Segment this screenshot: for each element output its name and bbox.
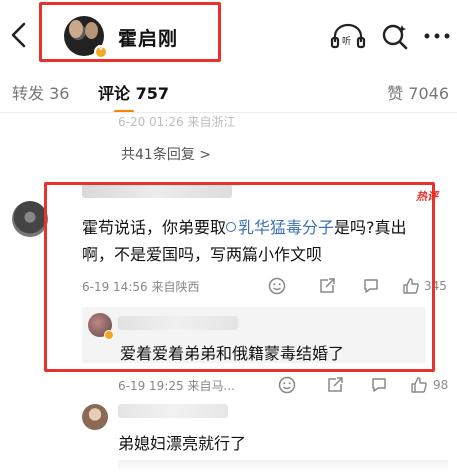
view-replies-link[interactable]: 共41条回复 > <box>121 144 211 164</box>
back-arrow-icon[interactable] <box>8 20 30 50</box>
blurred-username <box>82 184 232 198</box>
emoji-icon[interactable] <box>268 277 286 295</box>
blurred-username <box>118 404 228 418</box>
search-sparkle-icon[interactable] <box>380 22 410 50</box>
faded-meta-row <box>118 460 448 473</box>
comment-text: 弟媳妇漂亮就行了 <box>118 434 247 453</box>
comment-icon[interactable] <box>370 376 388 394</box>
reply-icon[interactable] <box>318 277 336 295</box>
user-name[interactable]: 霍启刚 <box>118 24 178 51</box>
tab-bar: 转发 36 评论 757 赞 7046 <box>0 72 457 113</box>
comment-icon[interactable] <box>362 277 380 295</box>
tab-like[interactable]: 赞 7046 <box>387 80 449 104</box>
like-icon[interactable] <box>402 277 420 295</box>
blurred-username <box>118 316 238 330</box>
reply-icon[interactable] <box>326 376 344 394</box>
comment-text: 霍苟说话，你弟要取 乳华猛毒分子是吗?真出啊，不是爱国吗，写两篇小作文呗 <box>82 214 437 268</box>
tab-comment[interactable]: 评论 757 <box>98 80 169 104</box>
top-bar: 霍启刚 听 <box>0 0 457 70</box>
commenter-avatar[interactable] <box>82 404 108 430</box>
like-count: 345 <box>424 279 447 293</box>
comment-meta: 6-19 19:25 来自马... <box>118 379 235 393</box>
like-count: 98 <box>433 378 449 392</box>
search-link-icon <box>226 222 237 232</box>
hot-comment-tag: 热评 <box>416 190 438 203</box>
emoji-icon[interactable] <box>278 376 296 394</box>
reply-text: 爱着爱着弟弟和俄籍蒙毒结婚了 <box>120 344 345 363</box>
commenter-avatar[interactable] <box>12 201 48 237</box>
comment-text-part: 霍苟说话，你弟要取 <box>82 218 227 237</box>
previous-comment-meta: 6-20 01:26 来自浙江 <box>118 115 236 129</box>
tab-repost[interactable]: 转发 36 <box>12 80 69 104</box>
listen-icon[interactable]: 听 <box>330 22 366 50</box>
topic-link[interactable]: 乳华猛毒分子 <box>226 218 334 237</box>
more-dots-icon[interactable] <box>422 22 452 50</box>
verified-badge-icon <box>104 330 114 340</box>
comment-meta: 6-19 14:56 来自陕西 <box>82 280 200 294</box>
user-header-highlight[interactable]: 霍启刚 <box>39 2 221 62</box>
svg-text:听: 听 <box>342 36 351 47</box>
like-icon[interactable] <box>410 376 428 394</box>
verified-badge-icon <box>94 43 108 59</box>
topic-link-text[interactable]: 乳华猛毒分子 <box>238 218 334 237</box>
